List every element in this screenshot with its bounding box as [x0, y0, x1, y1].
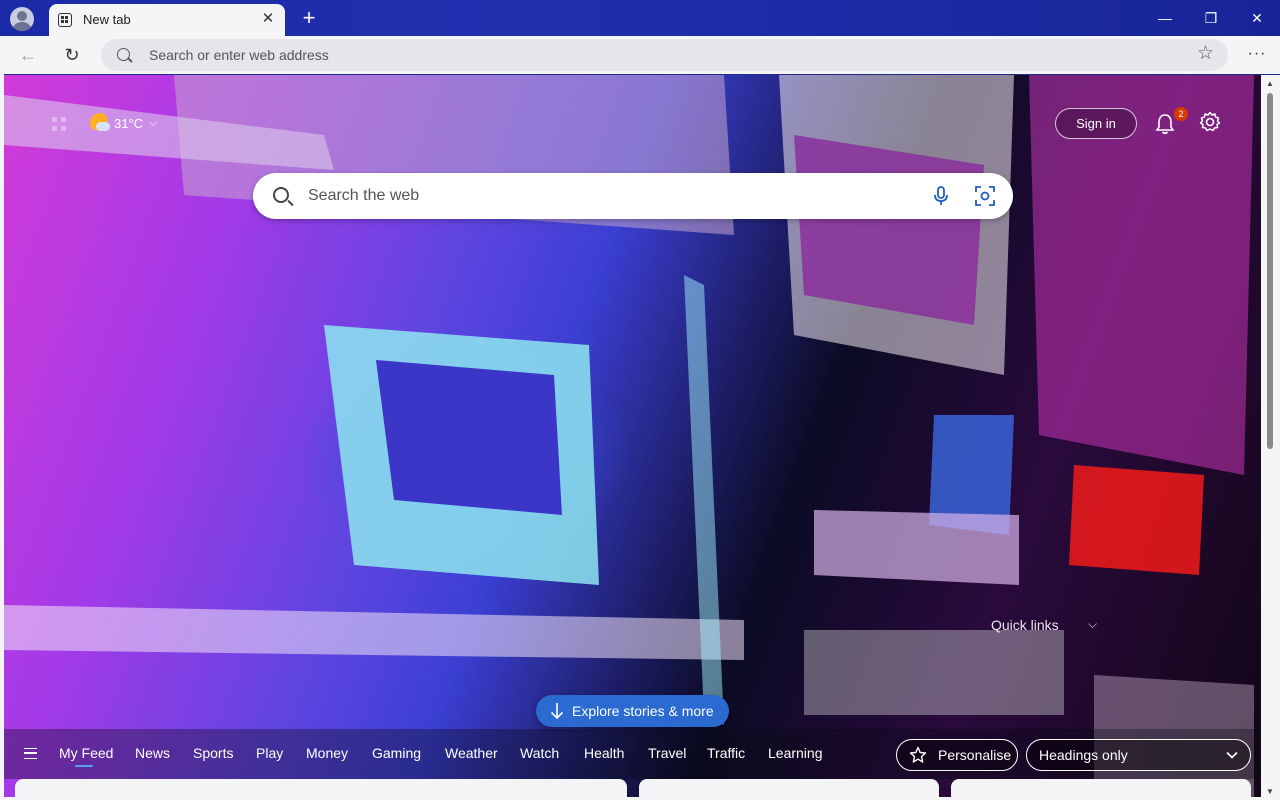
sign-in-button[interactable]: Sign in	[1055, 108, 1137, 139]
tab-watch[interactable]: Watch	[520, 745, 559, 761]
scrollbar-thumb[interactable]	[1267, 93, 1273, 449]
vertical-scrollbar[interactable]: ▲ ▼	[1261, 75, 1280, 800]
partly-sunny-icon	[90, 113, 110, 133]
tab-health[interactable]: Health	[584, 745, 624, 761]
tab-money[interactable]: Money	[306, 745, 348, 761]
search-icon	[273, 187, 289, 203]
tab-weather[interactable]: Weather	[445, 745, 498, 761]
close-tab-icon[interactable]: ✕	[259, 10, 277, 28]
more-options-button[interactable]: ···	[1243, 41, 1271, 69]
scroll-down-arrow-icon[interactable]: ▼	[1266, 787, 1274, 796]
new-tab-button[interactable]: +	[296, 6, 322, 32]
feed-navigation: My Feed News Sports Play Money Gaming We…	[4, 729, 1261, 779]
browser-toolbar: ← ↻ Search or enter web address ☆ ···	[0, 36, 1280, 74]
quick-links-toggle[interactable]: Quick links	[991, 617, 1059, 633]
tab-news[interactable]: News	[135, 745, 170, 761]
search-icon	[117, 48, 130, 61]
address-bar[interactable]: Search or enter web address ☆	[101, 39, 1228, 71]
search-placeholder: Search the web	[308, 187, 420, 204]
apps-grid-icon[interactable]	[52, 117, 66, 131]
microphone-icon[interactable]	[932, 186, 950, 206]
close-window-button[interactable]: ✕	[1234, 0, 1280, 36]
tab-travel[interactable]: Travel	[648, 745, 686, 761]
bell-icon[interactable]	[1155, 113, 1175, 135]
tab-title: New tab	[83, 12, 131, 27]
title-bar: New tab ✕ + — ❐ ✕	[0, 0, 1280, 38]
back-button[interactable]: ←	[14, 41, 42, 69]
explore-stories-button[interactable]: Explore stories & more	[536, 695, 729, 727]
explore-stories-label: Explore stories & more	[572, 703, 714, 719]
visual-search-icon[interactable]	[975, 186, 995, 206]
restore-button[interactable]: ❐	[1188, 0, 1234, 36]
menu-icon[interactable]	[24, 748, 37, 759]
scroll-up-arrow-icon[interactable]: ▲	[1266, 79, 1274, 88]
new-tab-page: 31°C ⌵ Sign in 2 Search the web Quick li…	[4, 75, 1261, 797]
arrow-down-icon	[550, 703, 564, 720]
notification-badge: 2	[1174, 107, 1188, 121]
tab-new-tab[interactable]: New tab ✕	[49, 4, 285, 36]
personalise-label: Personalise	[938, 747, 1012, 763]
layout-select-value: Headings only	[1039, 747, 1128, 763]
address-placeholder: Search or enter web address	[149, 47, 329, 63]
news-card[interactable]	[639, 779, 939, 797]
favorite-star-icon[interactable]: ☆	[1197, 42, 1214, 65]
weather-temperature: 31°C	[114, 115, 144, 131]
tab-my-feed[interactable]: My Feed	[59, 745, 113, 767]
gear-icon[interactable]	[1199, 111, 1221, 133]
personalise-button[interactable]: Personalise	[896, 739, 1018, 771]
news-card[interactable]	[15, 779, 627, 797]
profile-avatar-icon[interactable]	[10, 7, 34, 31]
web-search-box[interactable]: Search the web	[253, 173, 1013, 219]
tab-play[interactable]: Play	[256, 745, 283, 761]
tab-traffic[interactable]: Traffic	[707, 745, 745, 761]
chevron-down-icon	[1226, 751, 1238, 759]
new-tab-page-icon	[58, 13, 72, 27]
tab-learning[interactable]: Learning	[768, 745, 823, 761]
minimize-button[interactable]: —	[1142, 0, 1188, 36]
chevron-down-icon: ⌵	[149, 116, 158, 129]
news-card[interactable]	[951, 779, 1251, 797]
refresh-button[interactable]: ↻	[58, 41, 86, 69]
layout-select[interactable]: Headings only	[1026, 739, 1251, 771]
sparkle-star-icon	[909, 746, 927, 763]
tab-sports[interactable]: Sports	[193, 745, 233, 761]
tab-gaming[interactable]: Gaming	[372, 745, 421, 761]
chevron-down-icon[interactable]: ⌵	[1088, 617, 1097, 632]
weather-widget[interactable]: 31°C ⌵	[90, 113, 157, 133]
